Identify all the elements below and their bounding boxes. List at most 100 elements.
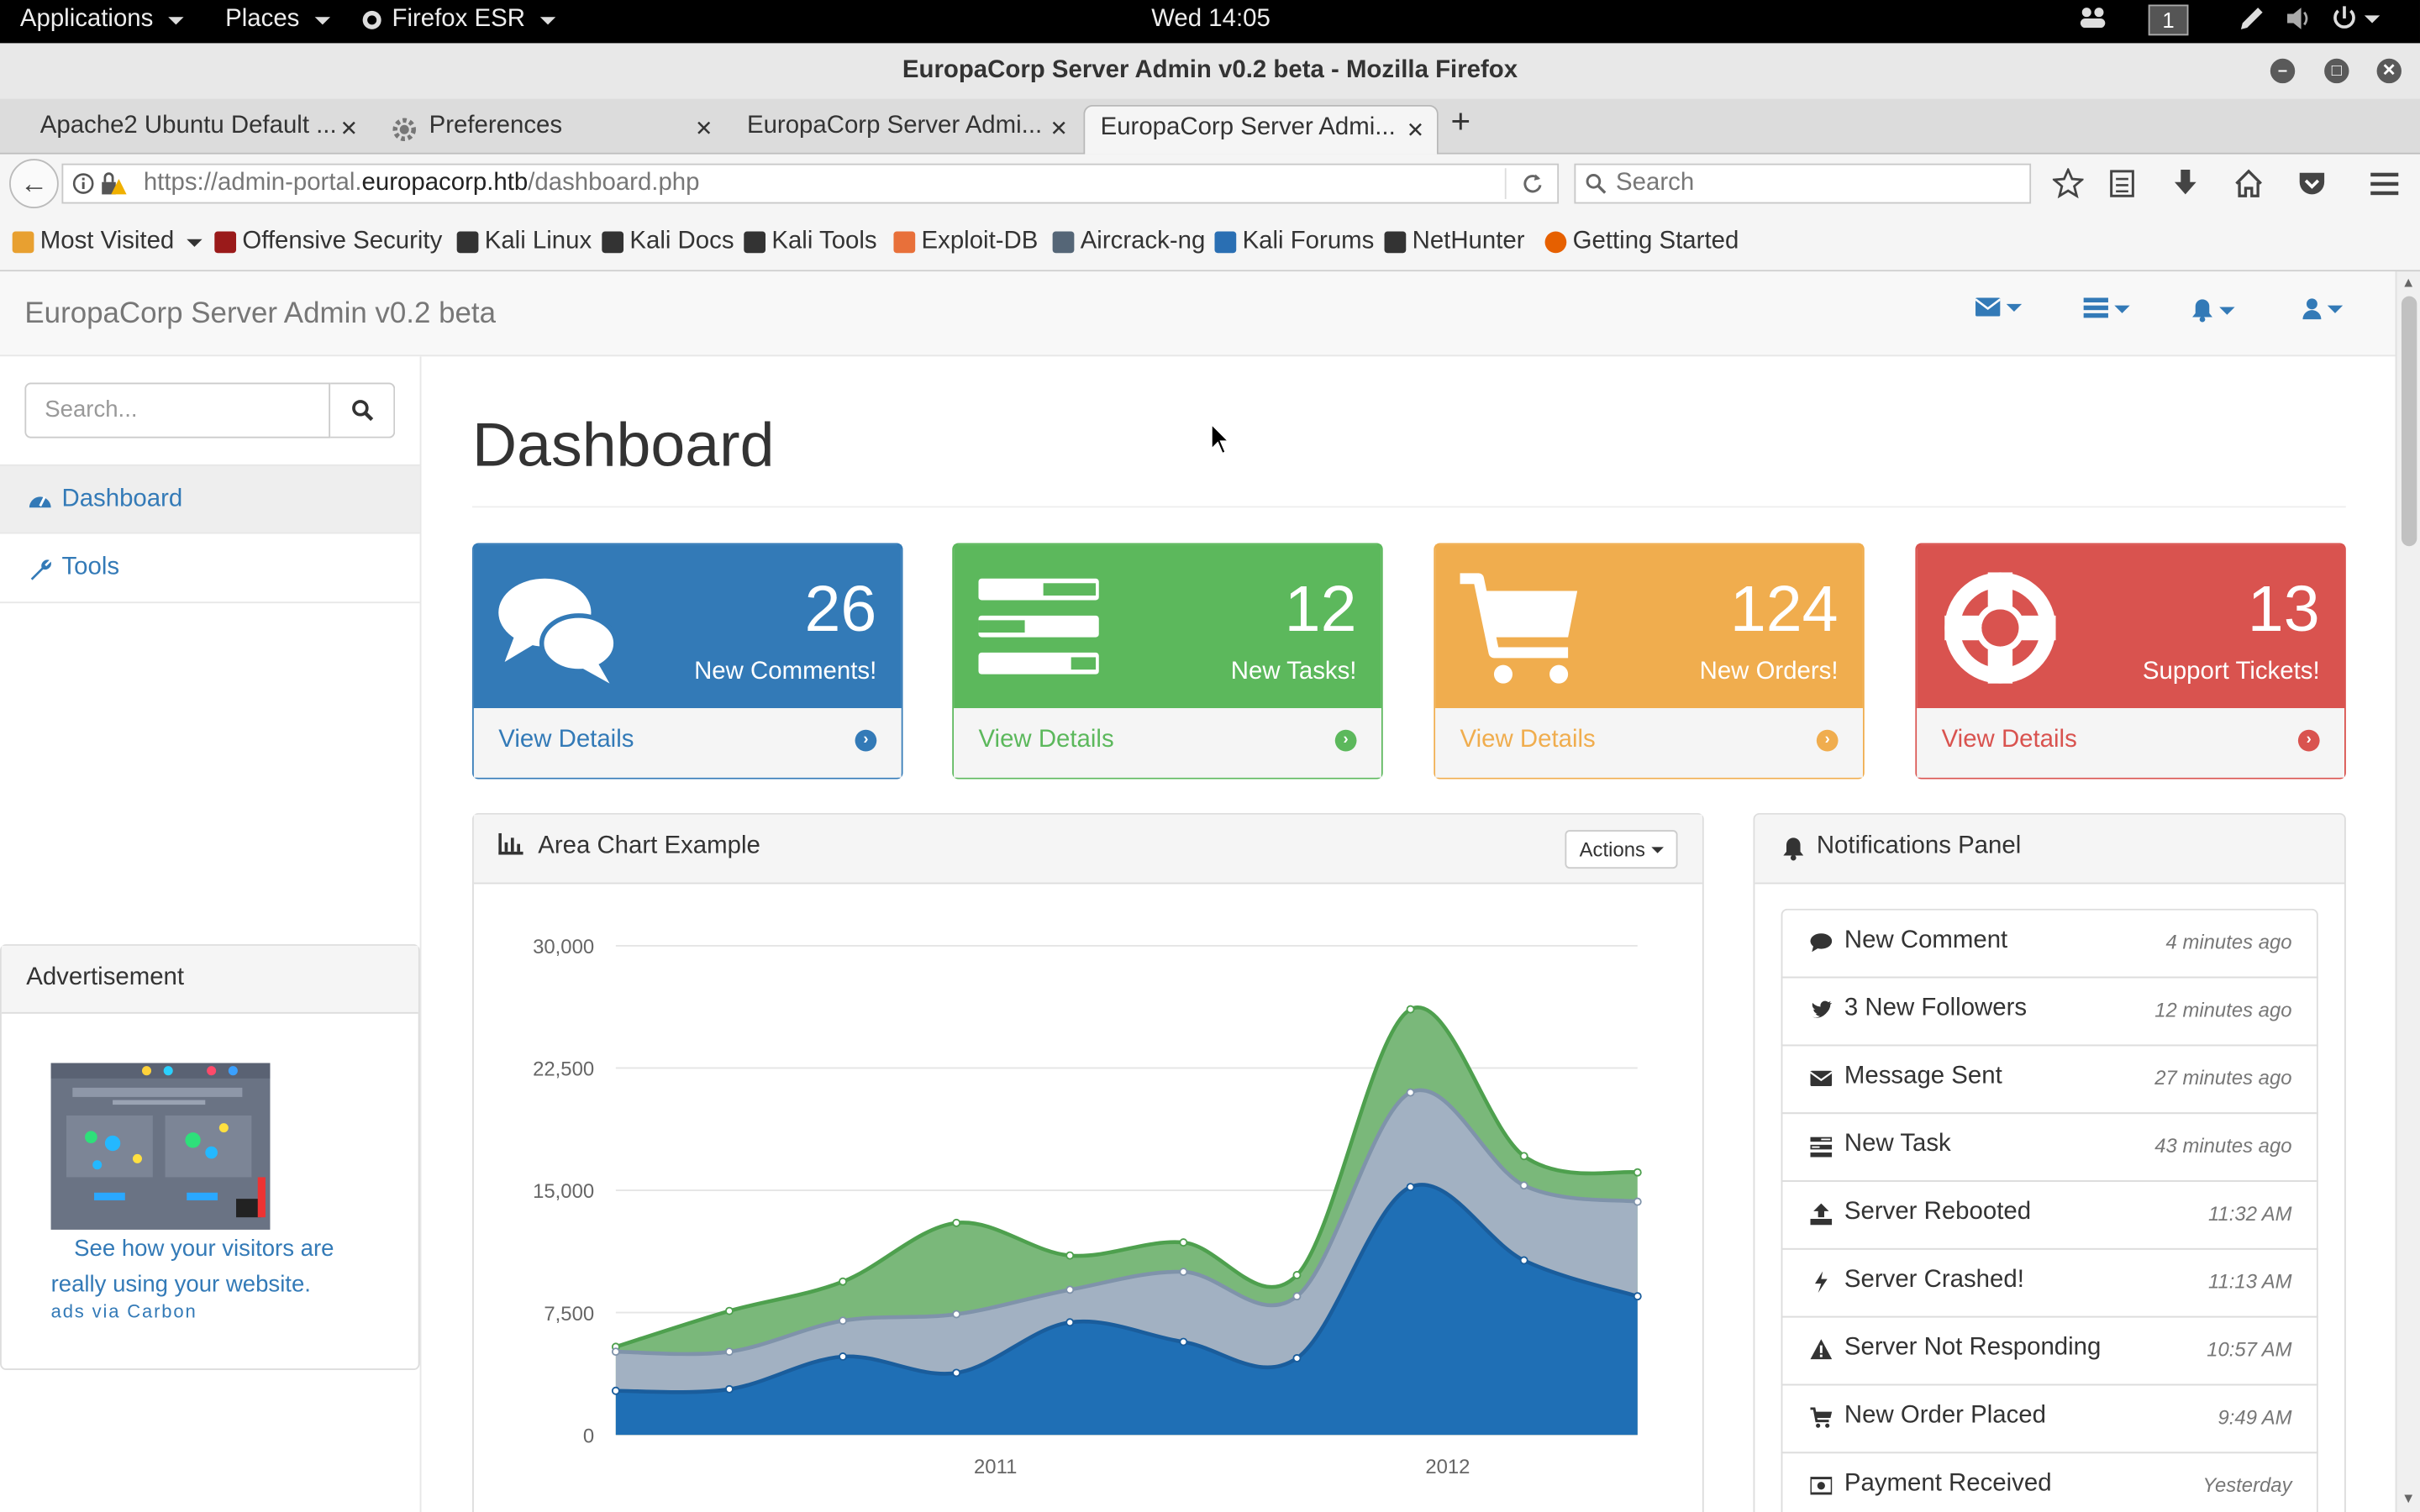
alerts-dropdown[interactable] <box>2191 297 2235 323</box>
tab-europacorp-1[interactable]: EuropaCorp Server Admi... ✕ <box>732 105 1081 155</box>
user-dropdown[interactable] <box>2302 297 2344 320</box>
sidebar: Search... Dashboard Tools Advertisement <box>0 356 422 1512</box>
bookmark-kali-docs[interactable]: Kali Docs <box>602 228 734 256</box>
x-tick-label: 2011 <box>974 1456 1017 1478</box>
sidebar-search-button[interactable] <box>330 382 396 438</box>
close-tab-icon[interactable]: ✕ <box>340 116 359 142</box>
back-button[interactable]: ← <box>9 159 59 208</box>
users-icon[interactable] <box>2077 5 2108 33</box>
site-navbar: EuropaCorp Server Admin v0.2 beta <box>0 271 2396 357</box>
x-tick-label: 2012 <box>1425 1456 1470 1478</box>
bookmark-label: Kali Tools <box>771 228 877 255</box>
applications-menu[interactable]: Applications <box>20 6 185 34</box>
minimize-button[interactable]: – <box>2270 58 2296 84</box>
bookmark-getting-started[interactable]: Getting Started <box>1544 228 1739 256</box>
tasks-view-details[interactable]: View Details › <box>954 708 1381 778</box>
scroll-up-arrow[interactable]: ▲ <box>2402 275 2415 290</box>
gear-icon <box>392 118 416 142</box>
data-point <box>1065 1318 1075 1327</box>
comments-view-details[interactable]: View Details › <box>473 708 902 778</box>
sidebar-search-input[interactable]: Search... <box>24 382 331 438</box>
site-brand[interactable]: EuropaCorp Server Admin v0.2 beta <box>24 297 496 331</box>
new-tab-button[interactable]: + <box>1451 102 1471 142</box>
bookmark-kali-linux[interactable]: Kali Linux <box>456 228 592 256</box>
close-tab-icon[interactable]: ✕ <box>1407 118 1425 144</box>
bookmark-nethunter[interactable]: NetHunter <box>1384 228 1525 256</box>
messages-dropdown[interactable] <box>1975 297 2023 317</box>
notification-time: 4 minutes ago <box>2165 930 2292 954</box>
exploit-db-icon <box>893 231 916 254</box>
notification-item[interactable]: Message Sent 27 minutes ago <box>1781 1044 2318 1115</box>
places-menu[interactable]: Places <box>225 6 331 34</box>
data-point <box>1065 1285 1075 1294</box>
clock[interactable]: Wed 14:05 <box>1151 6 1270 34</box>
download-icon[interactable] <box>2171 168 2199 199</box>
notification-item[interactable]: New Order Placed 9:49 AM <box>1781 1383 2318 1454</box>
power-menu[interactable] <box>2330 5 2381 33</box>
search-icon <box>351 400 373 422</box>
bar-chart-icon <box>498 832 523 855</box>
notification-item[interactable]: 3 New Followers 12 minutes ago <box>1781 976 2318 1047</box>
tab-strip: Apache2 Ubuntu Default ... ✕ Preferences… <box>0 98 2420 155</box>
scrollbar-thumb[interactable] <box>2401 296 2417 547</box>
page-scrollbar[interactable]: ▲ ▼ <box>2395 271 2420 1512</box>
tab-apache[interactable]: Apache2 Ubuntu Default ... ✕ <box>0 105 371 155</box>
reading-list-icon[interactable] <box>2108 168 2136 199</box>
sidebar-item-tools[interactable]: Tools <box>0 534 420 604</box>
ad-link[interactable]: See how your visitors are really using y… <box>51 1231 391 1302</box>
bookmark-exploit-db[interactable]: Exploit-DB <box>893 228 1038 256</box>
view-details-label: View Details <box>498 727 634 753</box>
tasks-dropdown[interactable] <box>2083 297 2130 319</box>
web-page: EuropaCorp Server Admin v0.2 beta Search… <box>0 271 2396 1512</box>
sidebar-item-dashboard[interactable]: Dashboard <box>0 464 420 534</box>
hamburger-menu-icon[interactable] <box>2369 168 2400 199</box>
notification-item[interactable]: Server Rebooted 11:32 AM <box>1781 1180 2318 1250</box>
ad-heatmap-image[interactable] <box>50 1063 271 1230</box>
ads-via-carbon-link[interactable]: ads via Carbon <box>51 1300 197 1322</box>
workspace-number: 1 <box>2148 4 2189 36</box>
chart-actions-button[interactable]: Actions <box>1565 830 1678 869</box>
shopping-cart-icon <box>1460 573 1578 684</box>
bookmark-aircrack-ng[interactable]: Aircrack-ng <box>1052 228 1205 256</box>
orders-view-details[interactable]: View Details › <box>1435 708 1863 778</box>
scroll-down-arrow[interactable]: ▼ <box>2402 1490 2415 1505</box>
close-tab-icon[interactable]: ✕ <box>695 116 713 142</box>
notification-item[interactable]: New Task 43 minutes ago <box>1781 1112 2318 1182</box>
maximize-button[interactable]: □ <box>2324 58 2349 84</box>
dashboard-icon <box>29 496 51 508</box>
close-window-button[interactable]: ✕ <box>2376 58 2402 84</box>
tickets-view-details[interactable]: View Details › <box>1917 708 2344 778</box>
firefox-app-menu[interactable]: Firefox ESR <box>361 6 556 34</box>
bookmark-label: Most Visited <box>39 228 175 255</box>
insecure-lock-icon[interactable] <box>100 171 128 196</box>
search-bar[interactable]: Search <box>1574 163 2032 204</box>
pen-icon[interactable] <box>2238 5 2265 33</box>
url-bar[interactable]: https://admin-portal.europacorp.htb/dash… <box>61 163 1560 204</box>
bookmark-kali-tools[interactable]: Kali Tools <box>744 228 877 256</box>
info-icon[interactable] <box>72 173 94 195</box>
workspace-indicator[interactable]: 1 <box>2148 4 2189 36</box>
user-icon <box>2302 298 2322 320</box>
tab-europacorp-2[interactable]: EuropaCorp Server Admi... ✕ <box>1083 104 1439 155</box>
bookmark-star-icon[interactable] <box>2052 168 2084 199</box>
bookmark-offensive-security[interactable]: Offensive Security <box>214 228 442 256</box>
bookmark-label: NetHunter <box>1412 228 1525 255</box>
reload-icon[interactable] <box>1522 173 1544 195</box>
notification-time: 10:57 AM <box>2207 1337 2292 1361</box>
bookmark-kali-forums[interactable]: Kali Forums <box>1214 228 1374 256</box>
volume-icon[interactable] <box>2284 5 2315 33</box>
aircrack-icon <box>1052 231 1075 254</box>
notifications-title: Notifications Panel <box>1816 832 2022 860</box>
data-point <box>1406 1183 1415 1192</box>
notification-item[interactable]: Server Crashed! 11:13 AM <box>1781 1247 2318 1318</box>
tasks-label: New Tasks! <box>1230 659 1357 685</box>
data-point <box>1519 1256 1528 1265</box>
close-tab-icon[interactable]: ✕ <box>1050 116 1068 142</box>
tab-preferences[interactable]: Preferences ✕ <box>376 105 725 155</box>
home-icon[interactable] <box>2233 168 2265 199</box>
bookmark-most-visited[interactable]: Most Visited <box>12 228 203 256</box>
notification-item[interactable]: Payment Received Yesterday <box>1781 1452 2318 1512</box>
pocket-icon[interactable] <box>2296 168 2328 199</box>
notification-item[interactable]: New Comment 4 minutes ago <box>1781 908 2318 979</box>
notification-item[interactable]: Server Not Responding 10:57 AM <box>1781 1315 2318 1386</box>
